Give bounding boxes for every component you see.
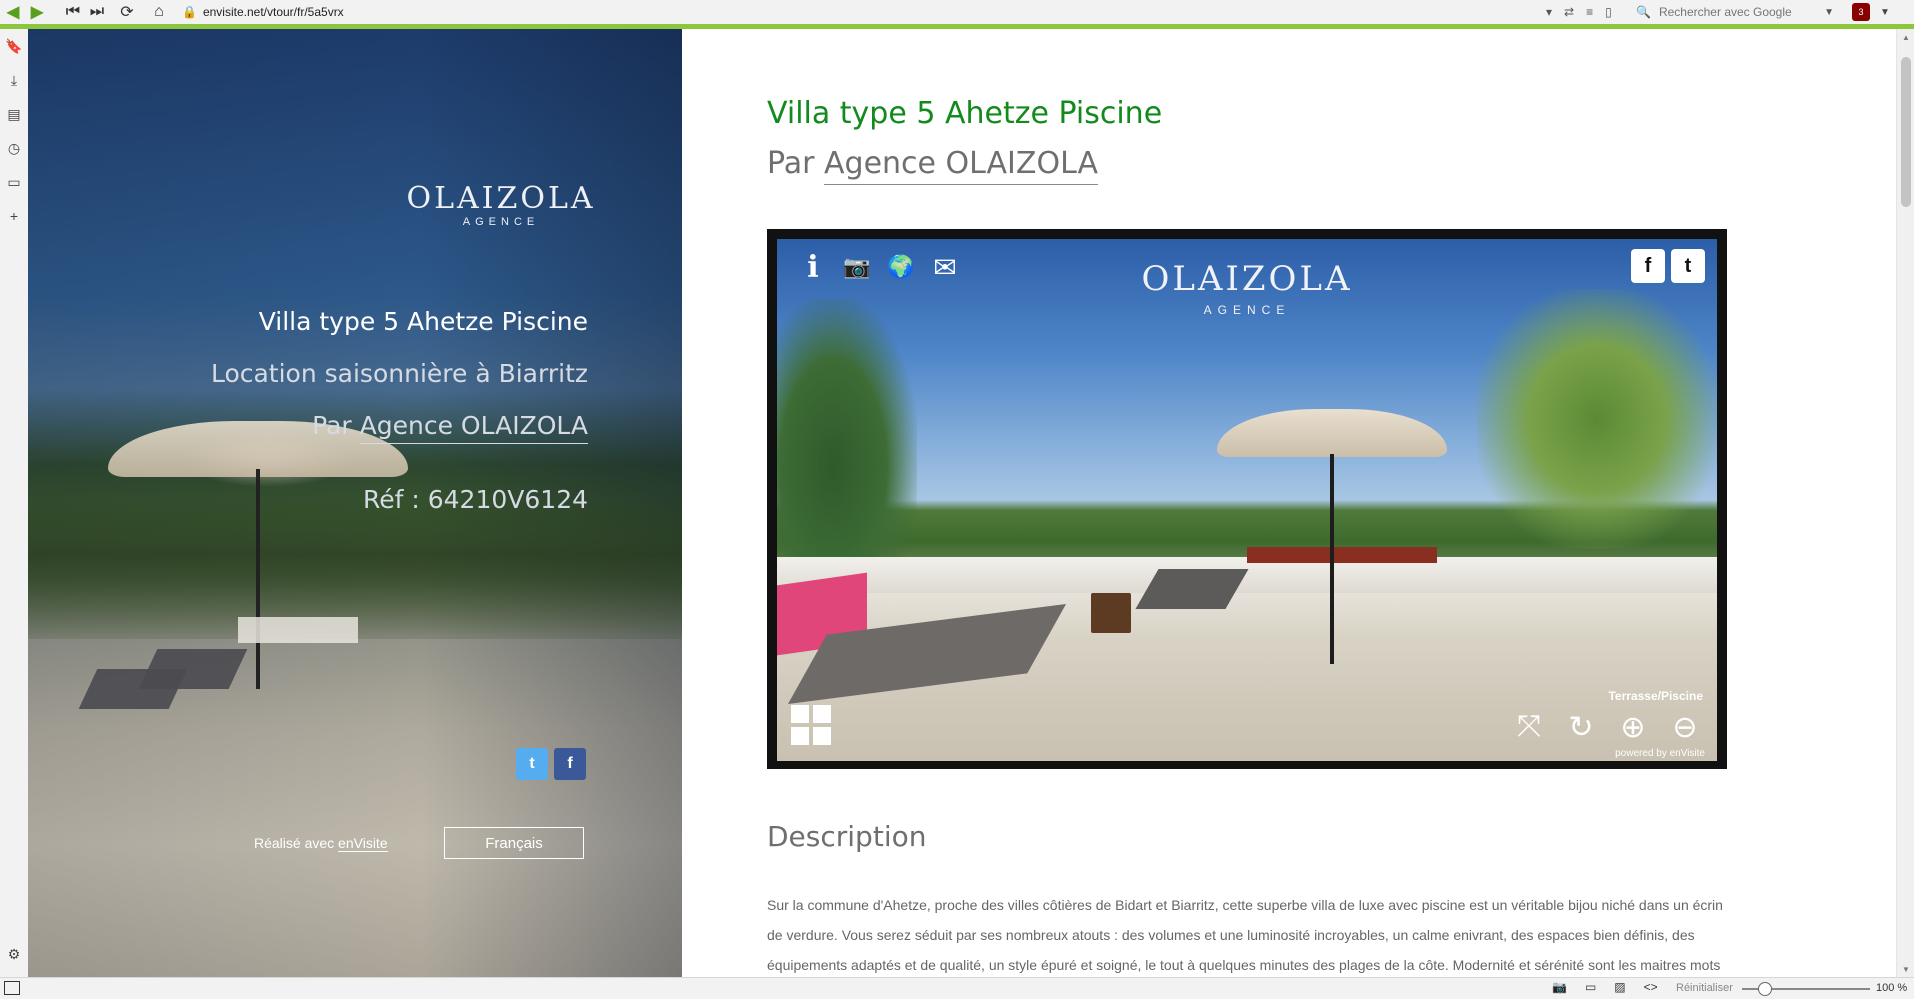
hero-wall <box>238 617 358 643</box>
side-panel: 🔖 ⤓ ▤ ◷ ▭ + ⚙ <box>0 29 29 977</box>
pano-tree <box>777 299 917 579</box>
bookmark-page-icon[interactable]: ▯ <box>1605 5 1612 19</box>
zoom-out-icon[interactable]: ⊖ <box>1665 707 1705 747</box>
camera-icon[interactable]: 📷 <box>839 249 875 285</box>
address-bar[interactable]: 🔒 envisite.net/vtour/fr/5a5vrx <box>182 2 1582 22</box>
hero-umbrella-pole <box>256 469 260 689</box>
forward-icon[interactable]: ▶ <box>26 2 48 22</box>
search-engine-dropdown-icon[interactable]: ▼ <box>1824 7 1834 18</box>
back-icon[interactable]: ◀ <box>2 2 24 22</box>
search-field[interactable]: 🔍 ▼ <box>1636 2 1834 22</box>
search-icon: 🔍 <box>1636 5 1651 19</box>
pano-umbrella <box>1217 409 1447 457</box>
agency-logo[interactable]: OLAIZOLA AGENCE <box>390 181 612 228</box>
hero-by-prefix: Par <box>312 411 360 440</box>
reset-zoom-button[interactable]: Réinitialiser <box>1676 982 1733 994</box>
hero-reference: Réf : 64210V6124 <box>363 485 588 514</box>
facebook-icon[interactable]: f <box>554 748 586 780</box>
scroll-up-icon[interactable]: ▲ <box>1897 29 1914 45</box>
viewer-share: f t <box>1631 249 1705 283</box>
hero-title: Villa type 5 Ahetze Piscine <box>258 307 588 336</box>
description-text: Sur la commune d'Ahetze, proche des vill… <box>767 897 1723 973</box>
hero-social-links: t f <box>516 748 586 780</box>
rewind-icon[interactable]: ⏮ <box>62 2 84 22</box>
menu-caret-icon[interactable]: ▼ <box>1880 2 1890 22</box>
twitter-icon[interactable]: t <box>516 748 548 780</box>
dropdown-icon[interactable]: ▾ <box>1546 5 1552 19</box>
logo-wordmark: OLAIZOLA <box>406 181 596 216</box>
reader-icon[interactable]: ≡ <box>1586 5 1593 19</box>
browser-toolbar: ◀ ▶ ⏮ ⏭ ⟳ ⌂ 🔒 envisite.net/vtour/fr/5a5v… <box>0 0 1914 29</box>
pano-umbrella-pole <box>1330 454 1334 664</box>
page-scrollbar[interactable]: ▲ ▼ <box>1896 29 1914 977</box>
scrollbar-thumb[interactable] <box>1901 57 1911 207</box>
autorotate-icon[interactable]: ↻ <box>1561 707 1601 747</box>
fast-forward-icon[interactable]: ⏭ <box>86 2 108 22</box>
hero-subtitle: Location saisonnière à Biarritz <box>210 359 588 388</box>
thumb-tile <box>813 705 831 723</box>
code-icon[interactable]: <> <box>1644 980 1658 994</box>
screenshot-icon[interactable]: 📷 <box>1552 980 1567 994</box>
hero-agency-line: Par Agence OLAIZOLA <box>312 411 588 444</box>
pano-railing <box>1247 547 1437 563</box>
thumb-tile <box>813 727 831 745</box>
image-toggle-icon[interactable]: ▨ <box>1614 980 1625 994</box>
globe-icon[interactable]: 🌍 <box>883 249 919 285</box>
lock-icon: 🔒 <box>182 5 197 19</box>
zoom-slider-handle[interactable] <box>1758 982 1772 996</box>
viewer-logo-tagline: AGENCE <box>1203 303 1291 317</box>
agency-line: Par Agence OLAIZOLA <box>767 146 1098 185</box>
by-prefix: Par <box>767 146 824 181</box>
envisite-link[interactable]: enVisite <box>338 835 388 852</box>
made-with-prefix: Réalisé avec <box>254 835 339 851</box>
thumbnails-icon[interactable] <box>791 705 831 745</box>
download-icon[interactable]: ⤓ <box>0 63 28 97</box>
page-title: Villa type 5 Ahetze Piscine <box>767 96 1163 131</box>
panorama-image[interactable]: OLAIZOLA AGENCE i 📷 🌍 ✉ f t Terrasse/Pis… <box>777 239 1717 761</box>
language-button[interactable]: Français <box>444 827 584 859</box>
virtual-tour-viewer[interactable]: OLAIZOLA AGENCE i 📷 🌍 ✉ f t Terrasse/Pis… <box>767 229 1727 769</box>
pano-side-table <box>1091 593 1131 633</box>
ublock-extension-icon[interactable]: 3 <box>1852 3 1870 21</box>
zoom-in-icon[interactable]: ⊕ <box>1613 707 1653 747</box>
mail-icon[interactable]: ✉ <box>927 249 963 285</box>
scroll-down-icon[interactable]: ▼ <box>1897 961 1914 977</box>
thumb-tile <box>791 727 809 745</box>
home-icon[interactable]: ⌂ <box>148 2 170 22</box>
viewer-toolbar: i 📷 🌍 ✉ <box>795 249 963 285</box>
browser-status-bar: 📷 ▭ ▨ <> Réinitialiser 100 % <box>0 977 1914 999</box>
settings-icon[interactable]: ⚙ <box>0 937 28 971</box>
logo-tagline: AGENCE <box>462 216 540 228</box>
notes-icon[interactable]: ▤ <box>0 97 28 131</box>
powered-by-link[interactable]: powered by enVisite <box>1615 748 1705 759</box>
hero-panel: OLAIZOLA AGENCE Villa type 5 Ahetze Pisc… <box>28 29 682 977</box>
history-icon[interactable]: ◷ <box>0 131 28 165</box>
panel-toggle-icon[interactable] <box>4 981 20 995</box>
window-icon[interactable]: ▭ <box>1585 980 1596 994</box>
address-bar-actions: ▾ ⇄ ≡ ▯ <box>1546 2 1612 22</box>
zoom-level: 100 % <box>1876 982 1908 994</box>
status-bar-icons: 📷 ▭ ▨ <> <box>1552 980 1658 994</box>
viewer-controls: ⤧ ↻ ⊕ ⊖ <box>1509 707 1705 747</box>
add-panel-icon[interactable]: + <box>0 199 28 233</box>
hero-agency-link[interactable]: Agence OLAIZOLA <box>359 411 588 444</box>
url-text[interactable]: envisite.net/vtour/fr/5a5vrx <box>203 5 344 19</box>
reload-icon[interactable]: ⟳ <box>116 2 138 22</box>
description-heading: Description <box>767 820 927 853</box>
scene-name: Terrasse/Piscine <box>1608 689 1703 703</box>
facebook-share-icon[interactable]: f <box>1631 249 1665 283</box>
fullscreen-icon[interactable]: ⤧ <box>1509 707 1549 747</box>
twitter-share-icon[interactable]: t <box>1671 249 1705 283</box>
bookmark-icon[interactable]: 🔖 <box>0 29 28 63</box>
made-with-credit: Réalisé avec enVisite <box>254 835 388 852</box>
hero-lounger <box>138 649 248 689</box>
search-input[interactable] <box>1656 4 1825 20</box>
extension-icon[interactable]: ⇄ <box>1564 5 1574 19</box>
panel-icon[interactable]: ▭ <box>0 165 28 199</box>
pano-tree <box>1477 289 1717 549</box>
agency-link[interactable]: Agence OLAIZOLA <box>824 146 1098 185</box>
thumb-tile <box>791 705 809 723</box>
info-icon[interactable]: i <box>795 249 831 285</box>
